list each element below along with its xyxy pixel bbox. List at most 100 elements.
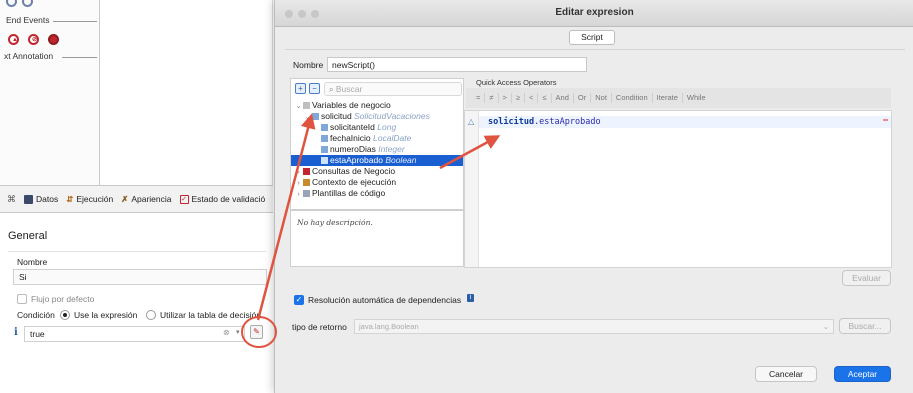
nombre-label: Nombre [293,60,324,70]
operator-button[interactable]: < [525,93,539,103]
tree-item[interactable]: numeroDias Integer [291,144,463,155]
quick-access-label: Quick Access Operators [476,78,557,87]
evaluate-button[interactable]: Evaluar [842,270,891,286]
variable-icon [312,113,319,120]
field-icon [321,146,328,153]
tree-item[interactable]: › Contexto de ejecución [291,177,463,188]
dialog-title: Editar expresion [555,7,634,18]
tree-item[interactable]: solicitanteId Long [291,122,463,133]
validation-checkbox-icon: ✓ [179,194,189,204]
chevron-down-icon: ⌄ [822,322,829,331]
tab-apariencia[interactable]: ✗ Apariencia [121,194,171,205]
condition-label: Condición [17,310,55,320]
operator-button[interactable]: = [472,93,486,103]
expand-toggle-icon[interactable]: › [294,189,303,200]
clear-icon[interactable]: ⊗ [223,328,230,337]
tree-item-label: Contexto de ejecución [312,177,397,187]
operator-button[interactable]: ≠ [485,93,499,103]
tab-script[interactable]: Script [569,30,615,45]
tab-ejecucion[interactable]: ⇵ Ejecución [66,194,113,205]
tree-item-label: fechaInicio [330,133,371,143]
operator-button[interactable]: ≤ [538,93,552,103]
expression-field[interactable]: true [24,326,245,342]
collapse-all-icon[interactable]: − [309,83,320,94]
info-icon: i [14,327,18,338]
expand-all-icon[interactable]: + [295,83,306,94]
nombre-label: Nombre [17,257,48,267]
code-object: solicitud [488,117,535,127]
code-line[interactable]: solicitud.estaAprobado [488,116,601,128]
tab-datos[interactable]: Datos [24,194,58,204]
tree-item-type: Long [377,122,397,132]
end-event-error-icon[interactable]: ▲ [8,34,19,45]
data-icon [24,194,33,204]
variables-tree-panel: + − ⌕ Buscar ⌄ Variables de negocio ⌄ solic… [290,78,464,210]
diagram-canvas[interactable] [101,0,273,185]
tree-item-type: Boolean [385,155,417,165]
divider [53,21,97,22]
script-editor[interactable]: △ solicitud.estaAprobado [464,110,892,268]
search-icon: ⌕ [329,85,334,94]
operator-button[interactable]: Iterate [653,93,683,103]
accept-button[interactable]: Aceptar [834,366,891,382]
edit-expression-button[interactable]: ✎ [250,325,263,339]
start-event-icon[interactable] [22,0,33,7]
operator-button[interactable]: While [683,93,710,103]
divider [62,57,97,58]
script-name-input[interactable]: newScript() [327,57,587,72]
warning-icon: △ [468,117,475,126]
divider [285,49,905,50]
tree-item[interactable]: fechaInicio LocalDate [291,133,463,144]
operator-button[interactable]: > [499,93,512,103]
element-palette: End Events ▲ ⊘ xt Annotation [0,0,100,185]
return-type-label: tipo de retorno [292,322,347,332]
field-icon [321,124,328,131]
operator-button[interactable]: Condition [612,93,653,103]
description-text: No hay descripción. [297,218,373,227]
editor-gutter: △ [465,111,479,267]
operator-button[interactable]: And [552,93,574,103]
info-icon[interactable]: i [467,294,474,302]
tree-item-label: Variables de negocio [312,100,391,110]
default-flow-checkbox[interactable] [17,294,27,304]
chevron-down-icon[interactable]: ▾ [236,328,240,336]
search-type-button[interactable]: Buscar... [839,318,891,334]
use-expression-label: Use la expresión [74,310,138,320]
properties-panel: General Nombre Si Flujo por defecto Cond… [0,214,273,393]
operator-button[interactable]: Or [574,93,592,103]
start-event-icon[interactable] [6,0,17,7]
description-panel: No hay descripción. [290,210,464,267]
use-expression-radio[interactable] [60,310,70,320]
context-icon [303,179,310,186]
nombre-field[interactable]: Si [13,269,267,285]
cancel-button[interactable]: Cancelar [755,366,817,382]
use-decision-table-label: Utilizar la tabla de decisión [160,310,262,320]
end-event-cancel-icon[interactable]: ⊘ [28,34,39,45]
section-title: General [8,230,48,242]
tree-item-label: solicitud [321,111,352,121]
search-input[interactable]: ⌕ Buscar [324,82,462,96]
use-decision-table-radio[interactable] [146,310,156,320]
tab-estado-validacion[interactable]: ✓ Estado de validació [179,194,265,204]
tree-item[interactable]: ⌄ Variables de negocio [291,100,463,111]
appearance-icon: ✗ [121,193,129,204]
tree-item[interactable]: estaAprobado Boolean [291,155,463,166]
end-event-terminate-icon[interactable] [48,34,59,45]
folder-icon [303,102,310,109]
return-type-select[interactable]: java.lang.Boolean ⌄ [354,319,834,334]
tree-item-label: Plantillas de código [312,188,386,198]
tree-item[interactable]: › Plantillas de código [291,188,463,199]
overview-marker [883,119,888,121]
tree-item[interactable]: › Consultas de Negocio [291,166,463,177]
divider [8,251,266,252]
edit-expression-dialog: Editar expresion Script Nombre newScript… [274,0,913,393]
tree-item[interactable]: ⌄ solicitud SolicitudVacaciones [291,111,463,122]
text-annotation-heading: xt Annotation [4,51,54,61]
tree-item-type: Integer [378,144,405,154]
operator-button[interactable]: ≥ [512,93,526,103]
scope-icon[interactable]: ⌘ [7,194,16,205]
auto-resolve-checkbox[interactable]: ✓ [294,295,304,305]
end-events-heading: End Events [6,15,50,25]
operator-button[interactable]: Not [591,93,612,103]
execution-icon: ⇵ [66,193,74,204]
